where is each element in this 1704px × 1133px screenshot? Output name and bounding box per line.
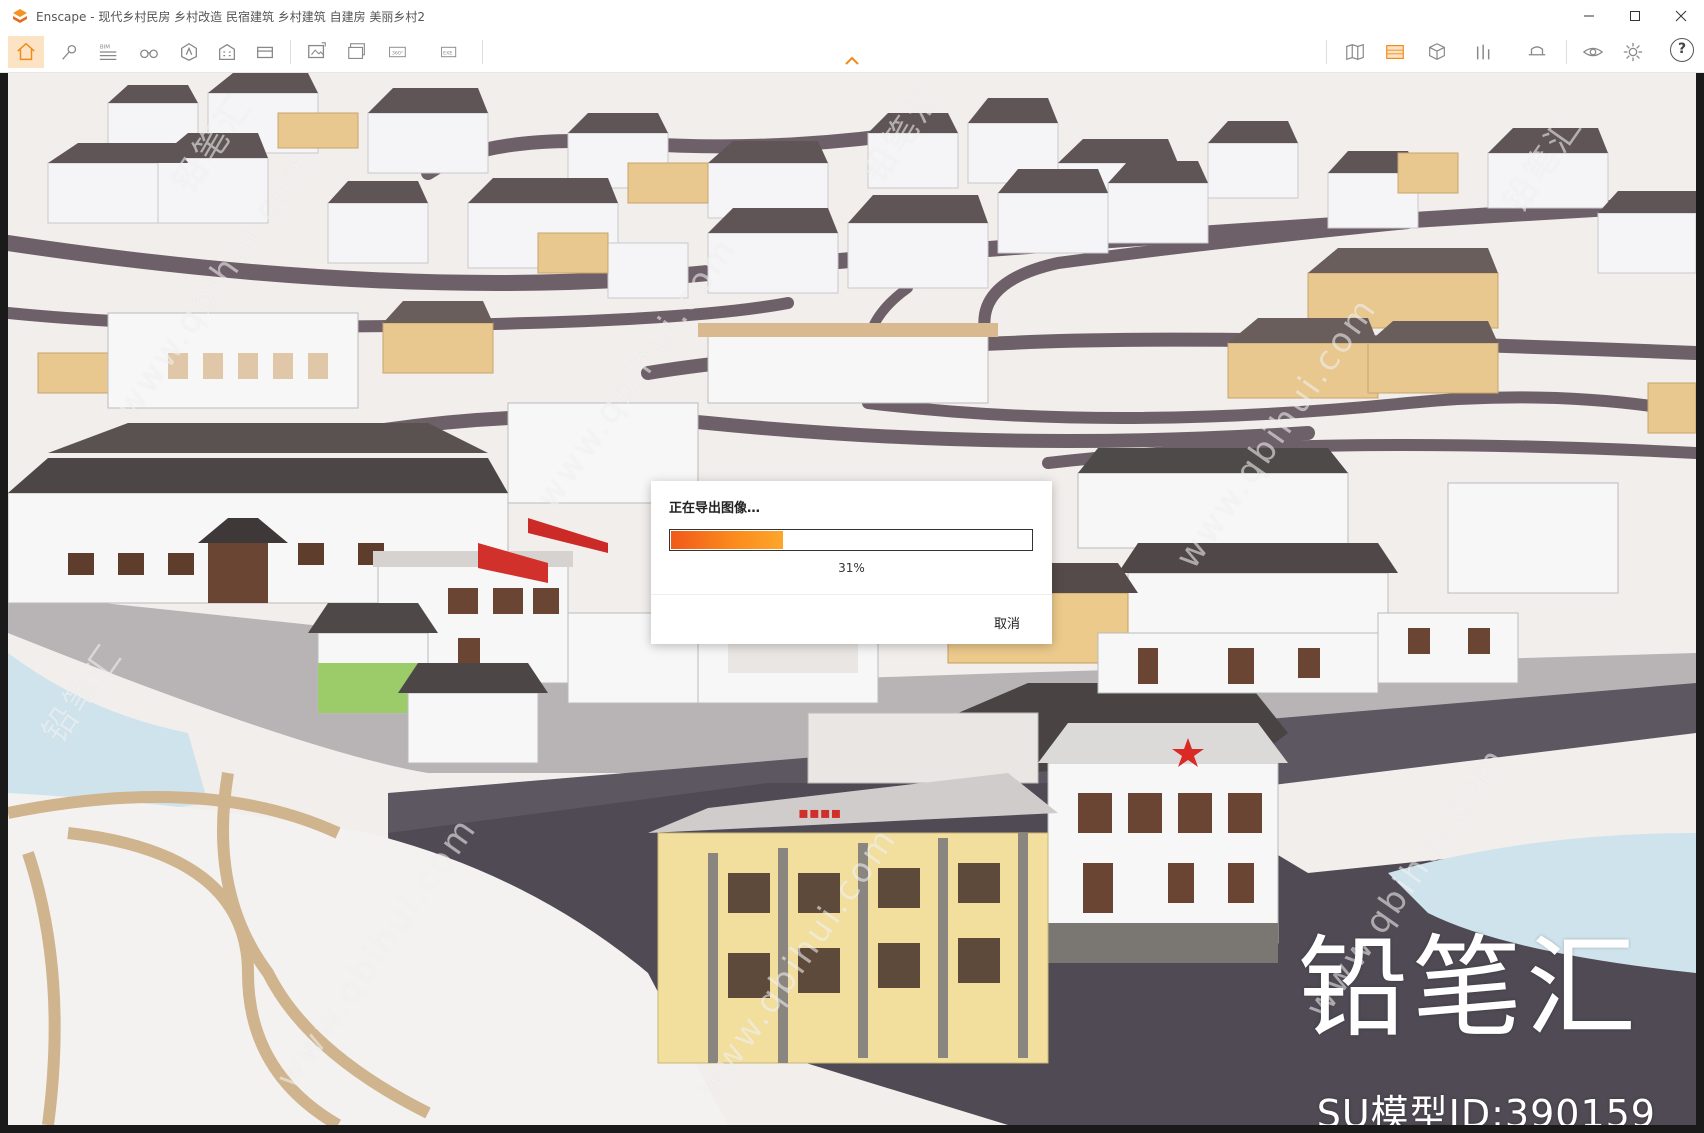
building-button[interactable]	[212, 36, 242, 68]
material-button[interactable]	[1380, 36, 1410, 68]
settings-button[interactable]	[1616, 36, 1650, 68]
toolbar-separator	[290, 40, 291, 64]
enscape-logo-icon	[13, 9, 27, 23]
batch-export-button[interactable]	[342, 36, 372, 68]
panorama-360-icon: 360°	[389, 46, 406, 58]
export-progress-fill	[671, 531, 783, 549]
map-button[interactable]	[1340, 36, 1370, 68]
home-button[interactable]	[8, 36, 44, 68]
window-title: Enscape - 现代乡村民房 乡村改造 民宿建筑 乡村建筑 自建房 美丽乡村…	[36, 9, 426, 24]
cancel-button[interactable]: 取消	[994, 613, 1020, 632]
maximize-button[interactable]	[1612, 0, 1658, 32]
pin-button[interactable]	[56, 36, 84, 68]
collapse-toolbar-chevron-up-icon[interactable]	[844, 56, 860, 66]
image-export-button[interactable]	[302, 36, 332, 68]
svg-text:EXE: EXE	[443, 50, 452, 56]
cube-button[interactable]	[1420, 36, 1454, 68]
toolbar-separator	[1566, 40, 1567, 64]
batch-export-icon	[348, 43, 365, 59]
bim-list-icon: BIM	[99, 44, 117, 60]
panorama-export-button[interactable]: 360°	[382, 36, 416, 68]
minimize-button[interactable]	[1566, 0, 1612, 32]
building-icon	[219, 43, 235, 60]
hat-icon	[1528, 46, 1546, 56]
progress-percent-label: 31%	[838, 561, 865, 575]
image-export-icon	[308, 42, 326, 59]
svg-text:▪▪▪▪: ▪▪▪▪	[798, 803, 841, 822]
grid-icon	[257, 46, 273, 59]
watermark-brand-logo: 铅笔汇	[1298, 924, 1640, 1052]
svg-text:BIM: BIM	[100, 44, 110, 50]
home-icon	[17, 42, 35, 61]
asset-library-button[interactable]	[174, 36, 204, 68]
close-button[interactable]	[1658, 0, 1704, 32]
binoculars-icon	[140, 49, 158, 59]
close-icon	[1675, 10, 1687, 22]
cube-icon	[1429, 43, 1445, 60]
svg-text:360°: 360°	[392, 50, 403, 56]
asset-icon	[181, 42, 197, 61]
dialog-title: 正在导出图像…	[669, 501, 761, 516]
dialog-divider	[651, 594, 1052, 595]
export-progress-bar	[669, 529, 1033, 551]
help-button[interactable]: ?	[1670, 38, 1694, 62]
bim-button[interactable]: BIM	[94, 36, 124, 68]
chart-icon	[1476, 44, 1490, 60]
eye-button[interactable]	[1576, 36, 1610, 68]
toolbar-separator	[482, 40, 483, 64]
chart-button[interactable]	[1468, 36, 1502, 68]
title-bar: Enscape - 现代乡村民房 乡村改造 民宿建筑 乡村建筑 自建房 美丽乡村…	[0, 0, 1704, 32]
pin-icon	[62, 44, 77, 60]
eye-icon	[1582, 47, 1604, 57]
maximize-icon	[1630, 11, 1640, 21]
watermark-model-id: SU模型ID:390159	[1316, 1092, 1656, 1125]
minimize-icon	[1584, 15, 1594, 17]
hat-button[interactable]	[1520, 36, 1554, 68]
main-toolbar: BIM 360° EXE	[0, 32, 1704, 73]
gear-icon	[1623, 42, 1643, 62]
map-icon	[1346, 43, 1364, 61]
export-progress-dialog: 正在导出图像… 31% 取消	[651, 481, 1052, 644]
material-icon	[1386, 44, 1404, 60]
binoculars-button[interactable]	[134, 36, 164, 68]
grid-button[interactable]	[252, 36, 278, 68]
exe-export-button[interactable]: EXE	[434, 36, 468, 68]
toolbar-separator	[1326, 40, 1327, 64]
exe-export-icon: EXE	[441, 46, 457, 58]
